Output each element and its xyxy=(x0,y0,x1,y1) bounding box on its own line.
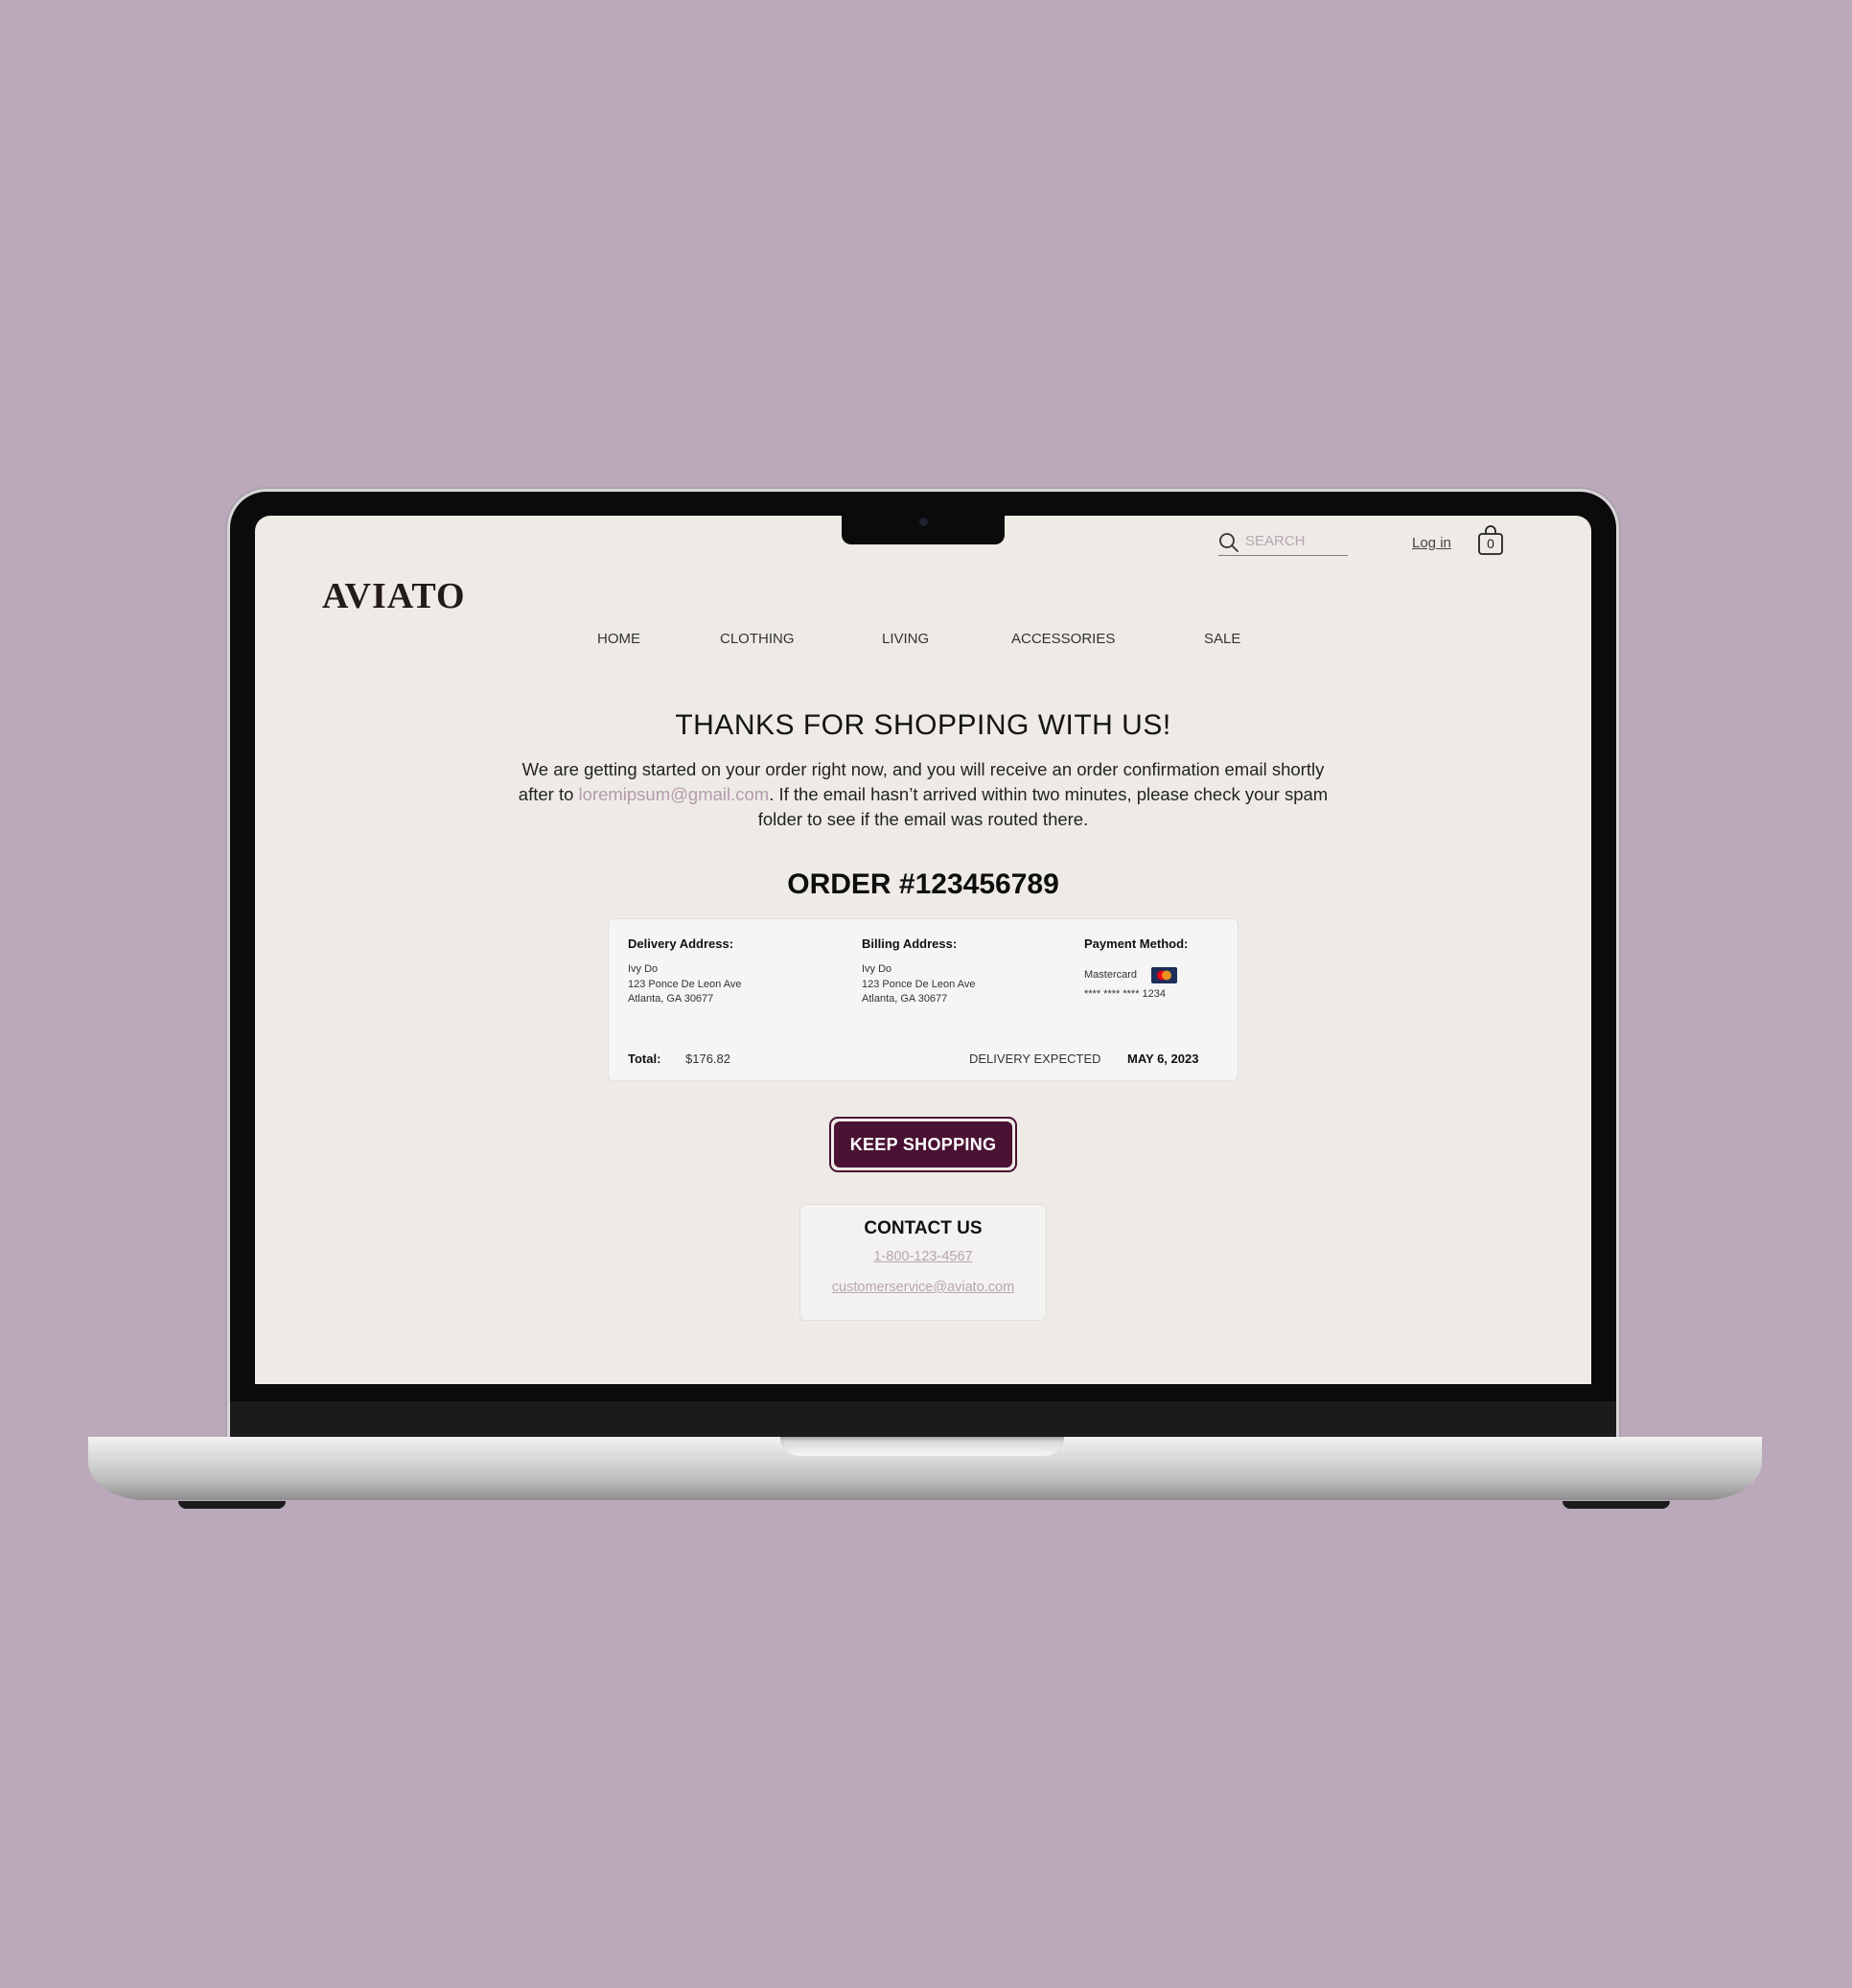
delivery-street: 123 Ponce De Leon Ave xyxy=(628,978,742,990)
confirmation-message: We are getting started on your order rig… xyxy=(514,757,1332,832)
search-input[interactable] xyxy=(1245,533,1345,549)
laptop-screen-chin xyxy=(230,1401,1616,1440)
cart-button[interactable]: 0 xyxy=(1477,525,1504,556)
search-bar[interactable] xyxy=(1218,532,1348,556)
total-label: Total: xyxy=(628,1052,661,1066)
laptop-foot-left xyxy=(178,1501,286,1509)
nav-sale[interactable]: SALE xyxy=(1204,631,1240,647)
contact-us-card: CONTACT US 1-800-123-4567 customerservic… xyxy=(799,1204,1047,1321)
contact-email-link[interactable]: customerservice@aviato.com xyxy=(800,1280,1046,1295)
thanks-heading: THANKS FOR SHOPPING WITH US! xyxy=(675,709,1171,741)
delivery-expected-label: DELIVERY EXPECTED xyxy=(969,1052,1101,1066)
laptop-base-notch xyxy=(780,1437,1064,1456)
camera-icon xyxy=(919,518,928,526)
billing-city: Atlanta, GA 30677 xyxy=(862,993,948,1005)
mastercard-icon xyxy=(1151,967,1177,983)
confirmation-text-after: . If the email hasn’t arrived within two… xyxy=(757,784,1329,829)
order-number-heading: ORDER #123456789 xyxy=(787,868,1059,900)
total-value: $176.82 xyxy=(685,1052,730,1066)
billing-address: Ivy Do 123 Ponce De Leon Ave Atlanta, GA… xyxy=(862,962,975,1007)
billing-street: 123 Ponce De Leon Ave xyxy=(862,978,976,990)
cart-count: 0 xyxy=(1487,536,1494,551)
delivery-address-label: Delivery Address: xyxy=(628,936,734,951)
delivery-date: MAY 6, 2023 xyxy=(1127,1052,1199,1066)
nav-clothing[interactable]: CLOTHING xyxy=(720,631,795,647)
billing-address-label: Billing Address: xyxy=(862,936,958,951)
nav-living[interactable]: LIVING xyxy=(882,631,929,647)
laptop-foot-right xyxy=(1563,1501,1670,1509)
brand-logo[interactable]: AVIATO xyxy=(322,575,466,617)
browser-screen: AVIATO Log in 0 HOME CLOTHING LIVING ACC… xyxy=(255,516,1591,1384)
order-summary-card: Delivery Address: Ivy Do 123 Ponce De Le… xyxy=(608,918,1239,1081)
delivery-city: Atlanta, GA 30677 xyxy=(628,993,714,1005)
contact-us-heading: CONTACT US xyxy=(864,1218,983,1238)
login-link[interactable]: Log in xyxy=(1412,535,1451,551)
keep-shopping-label: KEEP SHOPPING xyxy=(834,1121,1012,1167)
nav-home[interactable]: HOME xyxy=(597,631,640,647)
payment-method-label: Payment Method: xyxy=(1084,936,1189,951)
delivery-name: Ivy Do xyxy=(628,963,659,975)
nav-accessories[interactable]: ACCESSORIES xyxy=(1011,631,1115,647)
customer-email-link[interactable]: loremipsum@gmail.com xyxy=(579,784,770,804)
card-type: Mastercard xyxy=(1084,969,1138,981)
keep-shopping-button[interactable]: KEEP SHOPPING xyxy=(829,1117,1017,1172)
delivery-address: Ivy Do 123 Ponce De Leon Ave Atlanta, GA… xyxy=(628,962,741,1007)
billing-name: Ivy Do xyxy=(862,963,892,975)
contact-phone-link[interactable]: 1-800-123-4567 xyxy=(800,1249,1046,1264)
card-number: **** **** **** 1234 xyxy=(1084,988,1167,1000)
search-icon[interactable] xyxy=(1218,532,1239,558)
